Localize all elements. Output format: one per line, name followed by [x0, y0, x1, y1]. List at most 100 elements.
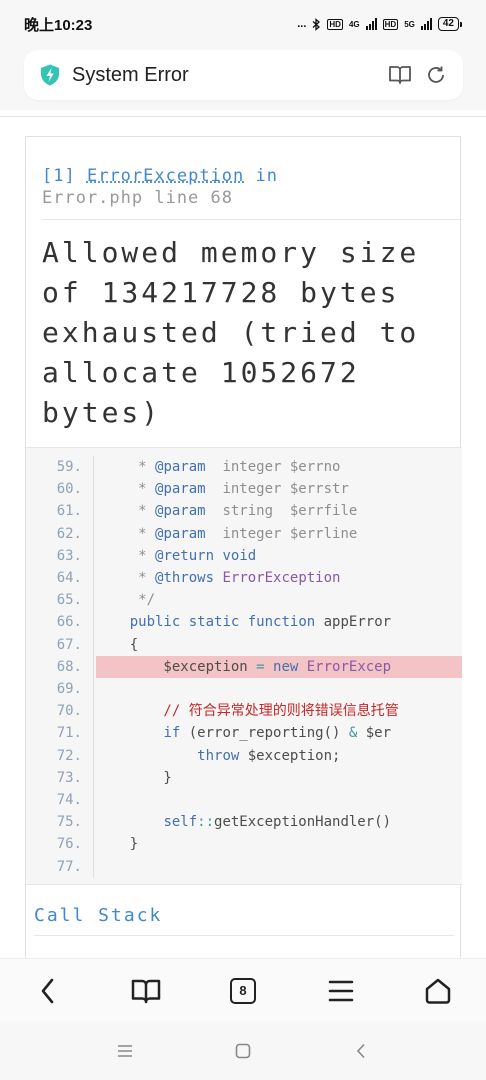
- line-number: 72.: [56, 747, 82, 764]
- more-dots-icon: ...: [297, 18, 307, 30]
- recent-apps-button[interactable]: [107, 1033, 143, 1069]
- code-line: 69.: [26, 678, 462, 700]
- exception-header: [1] ErrorException in Error.php line 68: [42, 165, 278, 209]
- header-divider: [42, 219, 462, 220]
- code-text: }: [96, 769, 172, 786]
- code-line: 67. {: [26, 634, 462, 656]
- code-text: */: [96, 592, 156, 609]
- bluetooth-icon: [312, 17, 321, 31]
- code-text: * @param integer $errno: [96, 459, 341, 475]
- menu-button[interactable]: [315, 965, 367, 1017]
- line-number: 74.: [56, 792, 82, 808]
- code-line: 77.: [26, 856, 462, 878]
- code-line: 60. * @param integer $errstr: [26, 478, 462, 500]
- refresh-icon[interactable]: [423, 62, 449, 88]
- code-line: 59. * @param integer $errno: [26, 456, 462, 478]
- code-text: * @param integer $errline: [96, 525, 358, 542]
- code-line: 64. * @throws ErrorException: [26, 567, 462, 589]
- call-stack-heading: Call Stack: [34, 905, 163, 926]
- code-line: 61. * @param string $errfile: [26, 500, 462, 522]
- back-triangle-icon: [356, 1043, 365, 1059]
- code-text: if (error_reporting() & $er: [163, 725, 392, 742]
- line-number: 66.: [56, 614, 82, 631]
- back-button[interactable]: [22, 965, 74, 1017]
- battery-icon: 42: [437, 17, 462, 31]
- code-text: * @throws ErrorException: [96, 570, 341, 586]
- code-text: $exception = new ErrorExcep: [96, 658, 392, 675]
- code-line-highlighted: 68. $exception = new ErrorExcep: [26, 655, 462, 678]
- code-line: 70. // 符合异常处理的则将错误信息托管: [26, 700, 462, 722]
- line-number: 69.: [56, 681, 82, 697]
- home-icon: [425, 978, 451, 1004]
- back-nav-button[interactable]: [343, 1033, 379, 1069]
- code-text: * @param integer $errstr: [96, 481, 349, 498]
- exception-in-label: in: [255, 166, 278, 186]
- code-line: 71. if (error_reporting() & $er: [26, 722, 462, 744]
- network-4g-label: 4G: [348, 19, 360, 29]
- exception-class-link[interactable]: ErrorException: [87, 166, 244, 186]
- status-time: 晚上10:23: [24, 16, 93, 34]
- page-content: [1] ErrorException in Error.php line 68 …: [0, 110, 486, 958]
- code-line: 66. public static function appError: [26, 611, 462, 633]
- code-text: public static function appError: [129, 614, 392, 631]
- code-line: 74.: [26, 789, 462, 811]
- line-number: 73.: [56, 769, 82, 786]
- book-icon: [131, 979, 160, 1003]
- reader-mode-icon[interactable]: [387, 62, 413, 88]
- line-number: 65.: [56, 592, 82, 609]
- exception-panel: [1] ErrorException in Error.php line 68 …: [25, 136, 462, 958]
- line-number: 70.: [56, 703, 82, 720]
- line-number: 75.: [56, 814, 82, 831]
- line-number: 67.: [56, 636, 82, 653]
- code-line: 62. * @param integer $errline: [26, 523, 462, 545]
- bookmarks-button[interactable]: [120, 965, 172, 1017]
- battery-level: 42: [437, 17, 459, 31]
- shield-icon: [41, 64, 59, 86]
- address-bar-area: System Error: [0, 48, 486, 110]
- code-text: {: [96, 636, 139, 653]
- browser-toolbar: 8: [0, 958, 486, 1022]
- signal-strength-icon-2: [420, 18, 432, 30]
- square-icon: [235, 1043, 251, 1059]
- signal-strength-icon: [365, 18, 377, 30]
- line-number: 63.: [56, 547, 82, 564]
- hd-badge: HD: [327, 18, 343, 30]
- code-line: 72. throw $exception;: [26, 745, 462, 767]
- source-code-block: 59. * @param integer $errno 60. * @param …: [26, 447, 462, 885]
- battery-tip: [460, 21, 462, 27]
- line-number: 68.: [56, 658, 82, 675]
- tabs-button[interactable]: 8: [217, 965, 269, 1017]
- recent-apps-icon: [118, 1045, 132, 1057]
- line-number: 64.: [56, 570, 82, 586]
- line-number: 71.: [56, 725, 82, 742]
- line-number: 76.: [56, 836, 82, 853]
- exception-message: Allowed memory size of 134217728 bytes e…: [42, 236, 440, 429]
- system-nav-bar: [0, 1022, 486, 1080]
- home-nav-button[interactable]: [225, 1033, 261, 1069]
- line-number: 61.: [56, 503, 82, 520]
- page-title: System Error: [72, 63, 189, 86]
- code-line: 65. */: [26, 589, 462, 611]
- hd-badge-2: HD: [382, 18, 399, 30]
- network-5g-label: 5G: [404, 19, 415, 29]
- code-line: 76. }: [26, 833, 462, 855]
- code-text: }: [96, 836, 139, 853]
- tab-count-badge: 8: [230, 977, 256, 1004]
- exception-index: [1]: [42, 166, 76, 186]
- exception-file-line: Error.php line 68: [42, 188, 233, 208]
- home-button[interactable]: [412, 965, 464, 1017]
- code-line: 73. }: [26, 767, 462, 789]
- status-icons: ... HD 4G HD 5G 42: [297, 17, 462, 31]
- code-text: * @return void: [96, 547, 257, 564]
- line-number: 62.: [56, 525, 82, 542]
- line-number: 77.: [56, 858, 82, 875]
- call-stack-divider: [34, 935, 454, 936]
- status-bar: 晚上10:23 ... HD 4G HD 5G 42: [0, 0, 486, 48]
- address-bar[interactable]: System Error: [24, 50, 463, 100]
- code-text: // 符合异常处理的则将错误信息托管: [96, 703, 399, 720]
- code-text: self::getExceptionHandler(): [163, 814, 392, 831]
- line-number: 59.: [56, 459, 82, 475]
- code-line: 63. * @return void: [26, 545, 462, 567]
- code-text: * @param string $errfile: [96, 503, 358, 520]
- code-text: throw $exception;: [197, 747, 341, 764]
